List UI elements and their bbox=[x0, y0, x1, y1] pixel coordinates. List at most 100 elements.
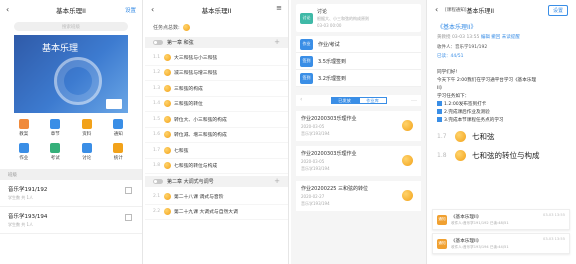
homework-title: 作业20200303乐理作业 bbox=[301, 151, 357, 157]
activity-row[interactable]: 签到 3.2乐理签到 bbox=[296, 70, 421, 87]
more-icon[interactable]: … bbox=[411, 96, 417, 103]
notice-message-2[interactable]: 通知 《基本乐理II》 收件人:音乐学193/194 已读:44/51 03-0… bbox=[432, 233, 570, 254]
section-title: 转位减、增三和弦的构成 bbox=[174, 133, 227, 139]
chapter-header[interactable]: 第二章 大调式与调号 + bbox=[145, 176, 288, 187]
lesson-link[interactable]: 1.8 七和弦的转位与构成 bbox=[429, 146, 576, 165]
class-row[interactable]: 音乐学191/192 学生数 共 1人 bbox=[0, 180, 142, 207]
header: ‹ [课程通知] 基本乐理II 设置 bbox=[429, 0, 576, 20]
notice-message-1[interactable]: 通知 《基本乐理II》 收件人:音乐学191/192 已读:48/51 03-0… bbox=[432, 209, 570, 230]
read-count[interactable]: 已读：44/51 bbox=[437, 53, 568, 59]
toggle-switch[interactable] bbox=[153, 40, 163, 45]
message-sub: 收件人:音乐学193/194 已读:44/51 bbox=[451, 244, 509, 249]
section-title: 七和弦的转位与构成 bbox=[174, 164, 218, 170]
coin-icon bbox=[402, 155, 413, 166]
section-item[interactable]: 1.6 转位减、增三和弦的构成 bbox=[145, 128, 288, 143]
homework-icon bbox=[18, 143, 29, 153]
section-number: 1.8 bbox=[153, 163, 161, 169]
qr-code-icon[interactable] bbox=[125, 187, 132, 194]
chapter-title: 第一章 和弦 bbox=[167, 40, 194, 46]
section-item[interactable]: 1.4 三和弦的转位 bbox=[145, 97, 288, 112]
section-number: 1.5 bbox=[153, 116, 161, 122]
notice-course-title: 基本乐理II bbox=[466, 7, 495, 15]
lesson-link[interactable]: 1.7 七和弦 bbox=[429, 127, 576, 146]
grid-item-chapter[interactable]: 章节 bbox=[40, 119, 72, 137]
back-icon[interactable]: ‹ bbox=[6, 5, 9, 15]
qr-code-icon[interactable] bbox=[125, 214, 132, 221]
notice-line: II》 bbox=[437, 85, 568, 93]
lesson-number: 1.7 bbox=[437, 133, 447, 140]
section-title: 减三和弦与增三和弦 bbox=[174, 71, 218, 77]
notice-line: 学习任务如下： bbox=[437, 93, 568, 101]
tab-issued[interactable]: 已发放 bbox=[330, 97, 359, 104]
grid-item-label: 资料 bbox=[82, 132, 92, 137]
page-title: 基本乐理II bbox=[56, 7, 86, 15]
page-title: 基本乐理II bbox=[201, 7, 232, 15]
coin-icon bbox=[164, 100, 171, 108]
class-list: 音乐学191/192 学生数 共 1人 音乐学193/194 学生数 共 1人 bbox=[0, 180, 142, 234]
toggle-switch[interactable] bbox=[153, 179, 163, 184]
message-title: 《基本乐理II》 bbox=[451, 238, 482, 244]
class-row[interactable]: 音乐学193/194 学生数 共 1人 bbox=[0, 207, 142, 234]
back-icon[interactable]: ‹ bbox=[435, 5, 438, 15]
recall-link[interactable]: 撤回 bbox=[491, 35, 500, 40]
grid-item-label: 讨论 bbox=[82, 156, 92, 161]
activity-row[interactable]: 作业 作业/考试 bbox=[296, 36, 421, 53]
tab-homework-library[interactable]: 作业库 bbox=[358, 97, 387, 104]
section-item[interactable]: 2.1 第二十八课 调式与音阶 bbox=[145, 189, 288, 205]
discussion-title: 讨论 bbox=[317, 9, 328, 15]
edit-link[interactable]: 编辑 bbox=[481, 35, 490, 40]
message-sub: 收件人:音乐学191/192 已读:48/51 bbox=[451, 220, 509, 225]
section-item[interactable]: 1.2 减三和弦与增三和弦 bbox=[145, 66, 288, 81]
notice-course: 《基本乐理II》 黄教授 03-03 13:55 编辑 撤回 未读提醒 收件人：… bbox=[429, 20, 576, 61]
notice-line: 今天下午 2:00我们在学习通平台学习《基本乐理 bbox=[437, 77, 568, 85]
lesson-title: 七和弦 bbox=[472, 132, 495, 141]
back-icon[interactable]: ‹ bbox=[151, 5, 154, 15]
publisher-logo bbox=[106, 99, 122, 109]
section-item[interactable]: 1.8 七和弦的转位与构成 bbox=[145, 159, 288, 174]
chevron-left-icon[interactable]: ‹ bbox=[300, 96, 302, 103]
section-number: 1.2 bbox=[153, 70, 161, 76]
section-item[interactable]: 1.5 转位大、小三和弦的构成 bbox=[145, 112, 288, 128]
homework-item[interactable]: 作业20200225 三和弦的转位 2020-02-27 音乐学193/194 bbox=[296, 181, 421, 211]
homework-class: 音乐学193/194 bbox=[301, 166, 330, 171]
notice-meta: 黄教授 03-03 13:55 编辑 撤回 未读提醒 bbox=[437, 34, 568, 40]
discussion-item[interactable]: 讨论 讨论 根据大、小三和弦的构成原则 03-03 00:00 bbox=[296, 4, 421, 32]
add-icon[interactable]: + bbox=[274, 177, 280, 185]
menu-icon[interactable]: ≡ bbox=[276, 4, 282, 12]
section-item[interactable]: 1.7 七和弦 bbox=[145, 143, 288, 159]
grid-item-notice[interactable]: 通知 bbox=[103, 119, 135, 137]
add-icon[interactable]: + bbox=[274, 38, 280, 46]
grid-item-discussion[interactable]: 讨论 bbox=[71, 143, 103, 161]
grid-item-homework[interactable]: 作业 bbox=[8, 143, 40, 161]
section-item[interactable]: 2.2 第二十九课 大调式与自然大调 bbox=[145, 205, 288, 220]
section-item[interactable]: 1.3 三和弦的构成 bbox=[145, 81, 288, 97]
chapter-header[interactable]: 第一章 和弦 + bbox=[145, 37, 288, 48]
author: 黄教授 bbox=[437, 35, 451, 40]
notice-body: 同学们好! 今天下午 2:00我们在学习通平台学习《基本乐理 II》 学习任务如下： 1… bbox=[429, 67, 576, 127]
section-number: 1.7 bbox=[153, 147, 161, 153]
grid-item-folder[interactable]: 资料 bbox=[71, 119, 103, 137]
search-input[interactable]: 搜索班级 bbox=[14, 22, 128, 31]
section-item[interactable]: 1.1 大三和弦与小三和弦 bbox=[145, 50, 288, 66]
timestamp: 03-03 13:55 bbox=[451, 35, 480, 40]
coin-icon bbox=[164, 53, 171, 61]
coin-icon bbox=[164, 162, 171, 170]
unread-reminder-link[interactable]: 未读提醒 bbox=[502, 35, 520, 40]
grid-item-exam[interactable]: 考试 bbox=[40, 143, 72, 161]
task-total: 任务点总数: bbox=[145, 20, 288, 35]
homework-item[interactable]: 作业20200303乐理作业 2020-03-05 音乐学193/194 bbox=[296, 111, 421, 141]
settings-button[interactable]: 设置 bbox=[547, 5, 568, 16]
activity-icon: 签到 bbox=[300, 55, 313, 67]
settings-button[interactable]: 设置 bbox=[125, 6, 136, 14]
coin-icon bbox=[164, 146, 171, 154]
course-cover[interactable]: 基本乐理 bbox=[14, 35, 128, 113]
notice-text: 3.完成本节课程任务点的学习 bbox=[444, 118, 504, 123]
chapter-list: 第一章 和弦 +1.1 大三和弦与小三和弦 1.2 减三和弦与增三和弦 1.3 三和弦的构成… bbox=[145, 37, 288, 220]
coin-icon bbox=[164, 192, 171, 200]
section-title: 第二十九课 大调式与自然大调 bbox=[174, 210, 238, 216]
activity-row[interactable]: 签到 3.5乐理签到 bbox=[296, 53, 421, 70]
grid-item-lesson-plan[interactable]: 教案 bbox=[8, 119, 40, 137]
notice-text: 学习任务如下： bbox=[437, 94, 470, 99]
homework-item[interactable]: 作业20200303乐理作业 2020-03-05 音乐学193/194 bbox=[296, 146, 421, 176]
grid-item-statistics[interactable]: 统计 bbox=[103, 143, 135, 161]
